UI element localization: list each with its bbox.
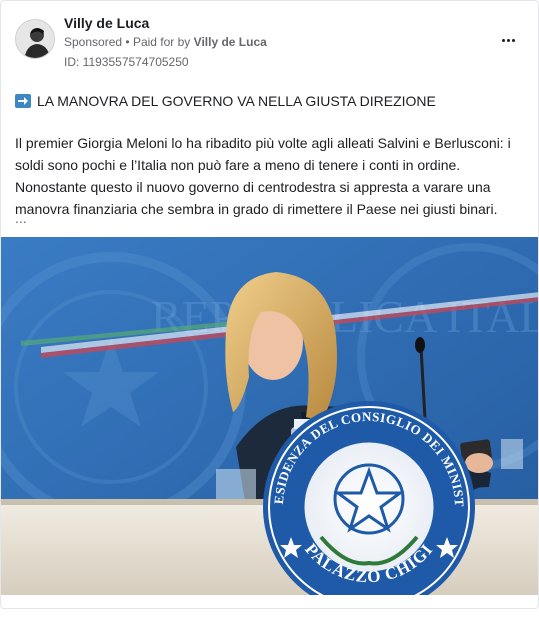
more-horizontal-icon bbox=[501, 38, 505, 42]
body-line: manovra finanziaria che sembra in grado … bbox=[15, 201, 498, 217]
separator-dot: • bbox=[125, 35, 130, 49]
post-body: Il premier Giorgia Meloni lo ha ribadito… bbox=[15, 132, 530, 220]
sponsored-label: Sponsored bbox=[64, 35, 123, 49]
paid-for-prefix: Paid for by bbox=[132, 35, 191, 49]
headline-text: LA MANOVRA DEL GOVERNO VA NELLA GIUSTA D… bbox=[37, 93, 436, 109]
body-line: soldi sono pochi e l’Italia non può fare… bbox=[15, 157, 461, 173]
body-line: Nonostante questo il nuovo governo di ce… bbox=[15, 179, 491, 195]
post-headline: LA MANOVRA DEL GOVERNO VA NELLA GIUSTA D… bbox=[15, 93, 525, 109]
more-options-button[interactable] bbox=[495, 29, 521, 51]
press-conference-photo: REPUBBLICA ITALIANA bbox=[1, 237, 538, 595]
see-more-link[interactable]: ... bbox=[15, 210, 27, 226]
sponsored-post-card: Villy de Luca Sponsored • Paid for by Vi… bbox=[0, 0, 539, 609]
body-line: Il premier Giorgia Meloni lo ha ribadito… bbox=[15, 135, 511, 151]
ad-id: ID: 1193557574705250 bbox=[64, 55, 189, 69]
page-avatar[interactable] bbox=[15, 19, 55, 59]
page-name-link[interactable]: Villy de Luca bbox=[64, 15, 149, 31]
sponsored-line: Sponsored • Paid for by Villy de Luca bbox=[64, 35, 267, 49]
post-image[interactable]: REPUBBLICA ITALIANA bbox=[1, 237, 538, 595]
post-footer bbox=[1, 595, 538, 608]
paid-for-name[interactable]: Villy de Luca bbox=[194, 35, 267, 49]
post-header: Villy de Luca Sponsored • Paid for by Vi… bbox=[1, 1, 538, 81]
arrow-right-icon bbox=[15, 94, 31, 108]
